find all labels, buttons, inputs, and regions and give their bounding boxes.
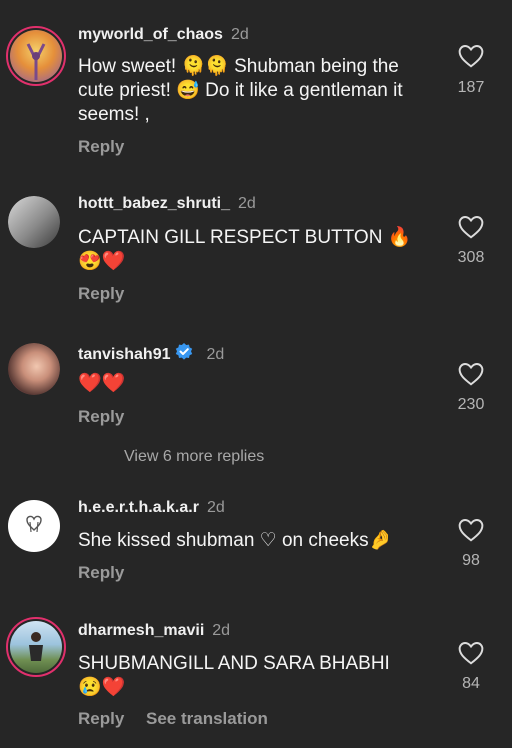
username[interactable]: tanvishah91 — [78, 346, 170, 363]
comment-text: ❤️❤️ — [78, 372, 438, 396]
comment-header: tanvishah91 2d — [78, 342, 224, 364]
comment-text-line: 😢❤️ — [78, 677, 126, 698]
like-button[interactable] — [455, 362, 487, 386]
like-button[interactable] — [455, 641, 487, 665]
comment-header: dharmesh_mavii 2d — [78, 622, 230, 640]
comment-text: SHUBMANGILL AND SARA BHABHI 😢❤️ — [78, 652, 438, 700]
timestamp: 2d — [230, 26, 249, 43]
comment-text-line: seems! , — [78, 104, 150, 125]
heart-outline-icon — [458, 642, 484, 665]
avatar[interactable] — [8, 196, 60, 248]
heart-outline-icon — [458, 519, 484, 542]
comment-text: CAPTAIN GILL RESPECT BUTTON 🔥 😍❤️ — [78, 226, 438, 274]
timestamp: 2d — [238, 195, 256, 212]
view-more-replies-button[interactable]: View 6 more replies — [124, 448, 264, 466]
comment-text: She kissed shubman ♡ on cheeks🤌 — [78, 529, 438, 553]
see-translation-button[interactable]: See translation — [146, 709, 268, 729]
username[interactable]: dharmesh_mavii — [78, 622, 204, 639]
avatar[interactable] — [8, 500, 60, 552]
like-count: 84 — [462, 675, 480, 692]
reply-button[interactable]: Reply — [78, 137, 124, 157]
like-button[interactable] — [455, 44, 487, 68]
like-button[interactable] — [455, 215, 487, 239]
like-count: 187 — [457, 79, 485, 96]
username[interactable]: h.e.e.r.t.h.a.k.a.r — [78, 499, 199, 516]
comment-text-line: How sweet! 🫠🫠 Shubman being the — [78, 56, 399, 77]
comment-text-line: 😍❤️ — [78, 251, 126, 272]
username[interactable]: hottt_babez_shruti_ — [78, 195, 230, 212]
comment-text-line: cute priest! 😅 Do it like a gentleman it — [78, 80, 403, 101]
like-count: 230 — [457, 396, 485, 413]
timestamp: 2d — [212, 622, 231, 639]
avatar[interactable] — [8, 343, 60, 395]
heart-outline-icon — [458, 216, 484, 239]
comment-header: myworld_of_chaos 2d — [78, 26, 249, 44]
reply-button[interactable]: Reply — [78, 284, 124, 304]
reply-button[interactable]: Reply — [78, 709, 124, 729]
like-count: 98 — [462, 552, 480, 569]
avatar[interactable] — [6, 617, 66, 677]
comment-text-line: SHUBMANGILL AND SARA BHABHI — [78, 653, 390, 674]
timestamp: 2d — [206, 499, 225, 516]
verified-badge-icon — [176, 343, 193, 360]
comment-text: How sweet! 🫠🫠 Shubman being the cute pri… — [78, 55, 438, 127]
heart-outline-icon — [458, 45, 484, 68]
avatar[interactable] — [6, 26, 66, 86]
comment-header: h.e.e.r.t.h.a.k.a.r 2d — [78, 499, 225, 517]
reply-button[interactable]: Reply — [78, 563, 124, 583]
like-button[interactable] — [455, 518, 487, 542]
timestamp: 2d — [206, 346, 225, 363]
reply-button[interactable]: Reply — [78, 407, 124, 427]
comment-text-line: CAPTAIN GILL RESPECT BUTTON 🔥 — [78, 227, 412, 248]
heart-outline-icon — [458, 363, 484, 386]
username[interactable]: myworld_of_chaos — [78, 26, 223, 43]
comment-text-line: ❤️❤️ — [78, 373, 126, 394]
comment-text-line: She kissed shubman ♡ on cheeks🤌 — [78, 530, 393, 551]
like-count: 308 — [457, 249, 485, 266]
comment-header: hottt_babez_shruti_ 2d — [78, 195, 256, 213]
